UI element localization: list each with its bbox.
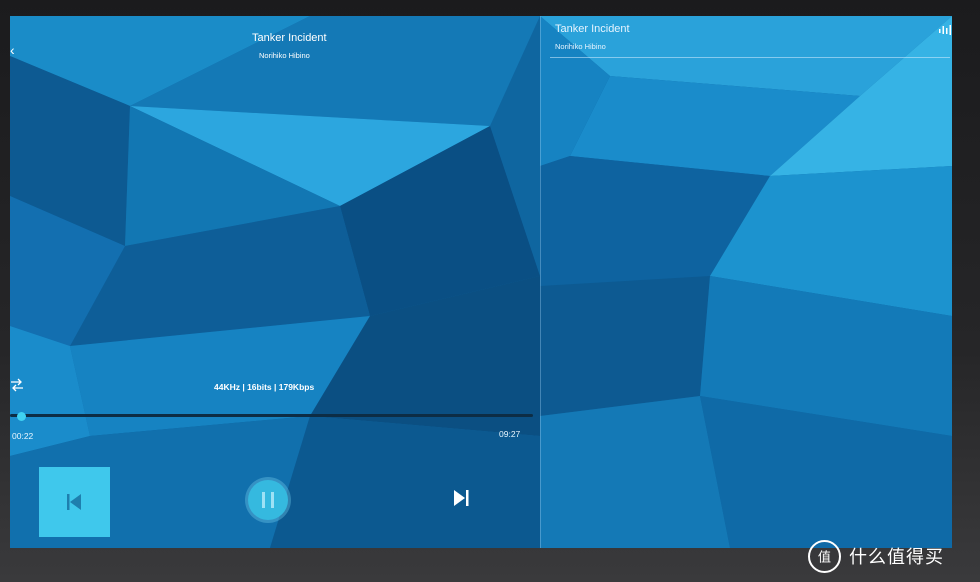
progress-track[interactable]: [10, 414, 533, 417]
pause-icon: [262, 492, 274, 508]
smzdm-logo: 值: [808, 539, 841, 573]
artist-name-right: Norihiko Hibino: [555, 42, 606, 51]
back-arrow-icon[interactable]: ‹: [10, 42, 22, 58]
skip-previous-icon: [67, 494, 81, 510]
total-time: 09:27: [499, 429, 521, 439]
pause-button[interactable]: [248, 480, 288, 520]
header-divider-line: [550, 57, 950, 58]
progress-thumb[interactable]: [17, 412, 26, 421]
watermark-text: 什么值得买: [849, 547, 944, 567]
artist-name: Norihiko Hibino: [259, 51, 310, 60]
previous-button[interactable]: [39, 467, 110, 537]
track-title-right: Tanker Incident: [555, 23, 630, 35]
svg-text:值: 值: [818, 549, 831, 565]
skip-next-icon[interactable]: [452, 488, 470, 508]
audio-format-info: 44KHz | 16bits | 179Kbps: [214, 382, 315, 392]
repeat-icon[interactable]: [10, 378, 24, 392]
elapsed-time: 00:22: [12, 431, 34, 441]
equalizer-icon[interactable]: [939, 25, 952, 35]
polygon-background: [10, 16, 952, 548]
track-title: Tanker Incident: [252, 32, 327, 44]
pane-divider: [540, 16, 541, 548]
player-screen: ‹ Tanker Incident Norihiko Hibino Tanker…: [10, 16, 952, 548]
watermark: 值 什么值得买: [808, 538, 944, 574]
